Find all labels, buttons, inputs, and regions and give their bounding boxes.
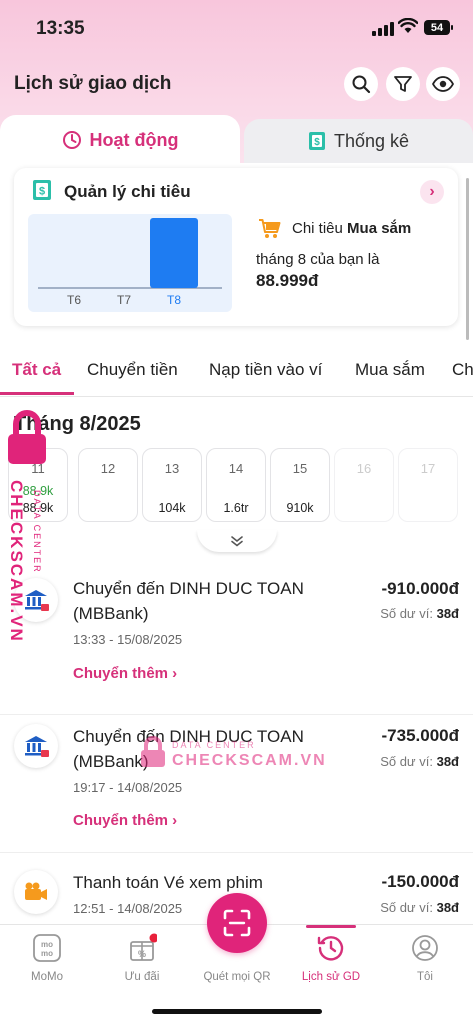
filter-icon bbox=[394, 76, 412, 92]
filter-more[interactable]: Ch bbox=[452, 360, 473, 380]
filter-transfer[interactable]: Chuyển tiền bbox=[87, 360, 178, 380]
shopping-cart-icon bbox=[258, 218, 282, 245]
transaction-time: 19:17 - 14/08/2025 bbox=[73, 780, 183, 795]
nav-momo[interactable]: mo mo MoMo bbox=[2, 933, 92, 983]
search-icon bbox=[352, 75, 371, 94]
transaction-amount: -150.000đ bbox=[381, 872, 460, 891]
filter-topup[interactable]: Nạp tiền vào ví bbox=[209, 360, 322, 380]
momo-logo-icon: momo bbox=[33, 934, 61, 962]
lock-icon bbox=[8, 410, 46, 464]
transfer-again-link[interactable]: Chuyển thêm › bbox=[73, 665, 177, 682]
watermark-sub: DATA CENTER bbox=[172, 740, 256, 750]
svg-text:%: % bbox=[138, 949, 146, 959]
status-time: 13:35 bbox=[36, 18, 85, 39]
spending-amount: 88.999đ bbox=[256, 271, 319, 290]
tab-label: Hoạt động bbox=[89, 129, 179, 150]
gift-icon: % bbox=[130, 933, 159, 961]
scrollbar[interactable] bbox=[466, 178, 469, 340]
transfer-again-link[interactable]: Chuyển thêm › bbox=[73, 812, 177, 829]
watermark-vertical: CHECKSCAM.VN DATA CENTER bbox=[4, 410, 50, 643]
spending-category-text: Chi tiêu Mua sắm bbox=[292, 220, 412, 237]
wallet-balance: Số dư ví: 38đ bbox=[380, 900, 459, 915]
day-cell[interactable]: 15 910k bbox=[270, 448, 330, 522]
expand-days-button[interactable] bbox=[197, 530, 277, 552]
bank-icon bbox=[14, 724, 58, 768]
chart-bar bbox=[150, 218, 198, 288]
transaction-title: Chuyển đến DINH DUC TOAN (MBBank) bbox=[73, 579, 304, 623]
active-filter-indicator bbox=[0, 392, 74, 395]
chart-tick-label: T6 bbox=[67, 293, 81, 307]
nav-lich-su-gd[interactable]: Lịch sử GD bbox=[286, 933, 376, 983]
toggle-visibility-button[interactable] bbox=[426, 67, 460, 101]
day-cell: 17 bbox=[398, 448, 458, 522]
spending-month-text: tháng 8 của bạn là bbox=[256, 251, 380, 268]
day-cell: 16 bbox=[334, 448, 394, 522]
active-nav-indicator bbox=[306, 925, 356, 928]
svg-text:$: $ bbox=[39, 186, 45, 198]
scan-qr-button[interactable] bbox=[207, 893, 267, 953]
tab-label: Thống kê bbox=[333, 130, 410, 151]
day-cell[interactable]: 12 bbox=[78, 448, 138, 522]
day-cell[interactable]: 13 104k bbox=[142, 448, 202, 522]
transaction-amount: -735.000đ bbox=[381, 726, 460, 745]
main-tabs: Hoạt động $ Thống kê bbox=[0, 115, 473, 165]
transaction-time: 13:33 - 15/08/2025 bbox=[73, 632, 183, 647]
chart-tick-label: T7 bbox=[117, 293, 131, 307]
spending-card[interactable]: $ Quản lý chi tiêu › T6 T7 T8 Chi tiêu Mua… bbox=[14, 168, 458, 326]
svg-text:$: $ bbox=[314, 137, 320, 148]
qr-scan-icon bbox=[223, 909, 251, 937]
movie-ticket-icon bbox=[14, 870, 58, 914]
spending-chart: T6 T7 T8 bbox=[28, 214, 232, 312]
eye-icon bbox=[432, 76, 454, 92]
watermark-brand: CHECKSCAM.VN bbox=[172, 752, 327, 769]
watermark-sub: DATA CENTER bbox=[32, 490, 42, 574]
transaction-title: Thanh toán Vé xem phim bbox=[73, 873, 263, 892]
page-title: Lịch sử giao dịch bbox=[14, 73, 172, 94]
filter-all[interactable]: Tất cả bbox=[12, 360, 61, 380]
svg-text:mo: mo bbox=[41, 949, 53, 958]
home-indicator bbox=[152, 1009, 322, 1014]
tab-hoat-dong[interactable]: Hoạt động bbox=[0, 115, 240, 165]
transaction-row[interactable]: Chuyển đến DINH DUC TOAN (MBBank) -910.0… bbox=[0, 572, 473, 702]
watermark-brand: CHECKSCAM.VN bbox=[7, 480, 26, 643]
nav-uu-dai[interactable]: % Ưu đãi bbox=[97, 933, 187, 983]
filter-shopping[interactable]: Mua sắm bbox=[355, 360, 425, 380]
battery-icon: 54 bbox=[424, 20, 453, 35]
clock-icon bbox=[62, 131, 81, 149]
user-icon bbox=[412, 935, 438, 961]
tab-thong-ke[interactable]: $ Thống kê bbox=[244, 119, 473, 163]
svg-text:mo: mo bbox=[41, 940, 53, 949]
signal-icon bbox=[372, 22, 394, 36]
transaction-time: 12:51 - 14/08/2025 bbox=[73, 901, 183, 916]
nav-toi[interactable]: Tôi bbox=[380, 933, 470, 983]
divider bbox=[0, 714, 473, 715]
statistics-icon: $ bbox=[308, 132, 325, 150]
wifi-icon bbox=[397, 17, 419, 39]
card-title: Quản lý chi tiêu bbox=[64, 182, 191, 201]
chart-tick-label: T8 bbox=[167, 293, 181, 307]
transaction-amount: -910.000đ bbox=[381, 579, 460, 598]
money-sheet-icon: $ bbox=[32, 179, 52, 206]
search-button[interactable] bbox=[344, 67, 378, 101]
divider bbox=[0, 852, 473, 853]
status-bar: 13:35 54 bbox=[0, 0, 473, 56]
wallet-balance: Số dư ví: 38đ bbox=[380, 754, 459, 769]
double-chevron-down-icon bbox=[231, 536, 243, 547]
filter-button[interactable] bbox=[386, 67, 420, 101]
spending-chart-svg: T6 T7 T8 bbox=[38, 218, 222, 307]
lock-icon bbox=[141, 736, 165, 767]
history-icon bbox=[317, 936, 344, 961]
wallet-balance: Số dư ví: 38đ bbox=[380, 606, 459, 621]
category-filters: Tất cả Chuyển tiền Nạp tiền vào ví Mua s… bbox=[0, 356, 473, 397]
chevron-right-icon[interactable]: › bbox=[420, 180, 444, 204]
day-cell[interactable]: 14 1.6tr bbox=[206, 448, 266, 522]
